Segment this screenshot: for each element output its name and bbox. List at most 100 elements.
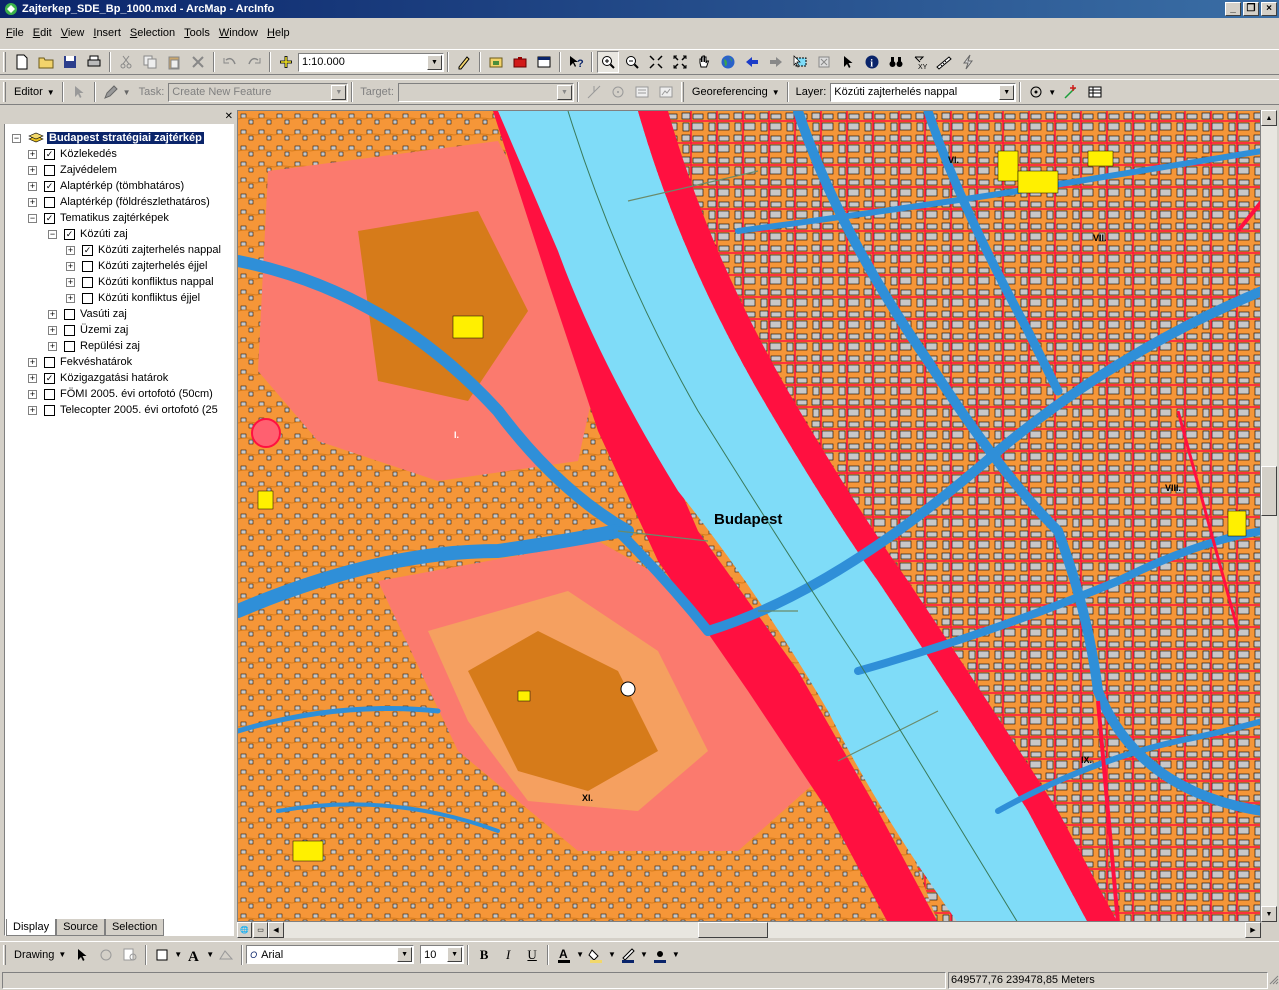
tab-selection[interactable]: Selection xyxy=(104,919,165,936)
toc-layer-row[interactable]: + ✓ Közlekedés xyxy=(28,146,117,162)
expand-icon[interactable]: + xyxy=(28,165,37,175)
layer-visibility-checkbox[interactable]: ✓ xyxy=(64,228,75,240)
toc-layer-label[interactable]: Zajvédelem xyxy=(60,164,117,176)
georeferencing-menu-button[interactable]: Georeferencing ▼ xyxy=(688,86,784,98)
horizontal-scroll-thumb[interactable] xyxy=(698,922,768,938)
copy-icon[interactable] xyxy=(139,51,161,73)
underline-icon[interactable]: U xyxy=(521,944,543,966)
split-tool-icon[interactable] xyxy=(583,81,605,103)
toc-layer-row[interactable]: + Vasúti zaj xyxy=(48,306,127,322)
map-display[interactable]: Budapest I. VI. VII. VIII. IX. XI. xyxy=(237,110,1261,922)
layer-visibility-checkbox[interactable] xyxy=(82,276,93,288)
map-vertical-scrollbar[interactable]: ▲ ▼ xyxy=(1261,110,1277,922)
toc-layer-label[interactable]: Közúti zaj xyxy=(80,228,128,240)
expand-icon[interactable]: + xyxy=(28,405,37,415)
toc-layer-row[interactable]: + Alaptérkép (földrészlethatáros) xyxy=(28,194,210,210)
add-control-points-icon[interactable] xyxy=(1060,81,1082,103)
menu-insert[interactable]: Insert xyxy=(93,27,121,39)
menu-help[interactable]: Help xyxy=(267,27,290,39)
chevron-down-icon[interactable]: ▼ xyxy=(397,947,413,962)
scroll-left-icon[interactable]: ◀ xyxy=(268,922,284,938)
scroll-down-icon[interactable]: ▼ xyxy=(1261,906,1277,922)
fixed-zoom-out-icon[interactable] xyxy=(669,51,691,73)
toc-layer-row[interactable]: − ✓ Közúti zaj xyxy=(48,226,128,242)
toolbar-grip[interactable] xyxy=(3,52,6,72)
rectangle-icon[interactable] xyxy=(151,944,173,966)
line-color-icon[interactable] xyxy=(617,944,639,966)
back-extent-icon[interactable] xyxy=(741,51,763,73)
expand-icon[interactable]: + xyxy=(66,293,75,303)
font-family-combo[interactable]: O Arial ▼ xyxy=(246,945,415,964)
layer-visibility-checkbox[interactable]: ✓ xyxy=(44,148,55,160)
edit-tool-arrow-icon[interactable] xyxy=(68,81,90,103)
full-extent-globe-icon[interactable] xyxy=(717,51,739,73)
toc-layer-label[interactable]: Alaptérkép (földrészlethatáros) xyxy=(60,196,210,208)
layer-visibility-checkbox[interactable] xyxy=(82,292,93,304)
layer-visibility-checkbox[interactable] xyxy=(64,308,75,320)
toc-layer-label[interactable]: Közúti zajterhelés nappal xyxy=(98,244,221,256)
drawing-menu-button[interactable]: Drawing ▼ xyxy=(10,949,70,961)
scroll-right-icon[interactable]: ▶ xyxy=(1245,922,1261,938)
toc-layer-row[interactable]: + ✓ Alaptérkép (tömbhatáros) xyxy=(28,178,184,194)
chevron-down-icon[interactable]: ▼ xyxy=(174,950,182,959)
menu-edit[interactable]: Edit xyxy=(33,27,52,39)
expand-icon[interactable]: + xyxy=(28,357,37,367)
layer-visibility-checkbox[interactable]: ✓ xyxy=(44,212,55,224)
arctoolbox-icon[interactable] xyxy=(509,51,531,73)
toc-layer-row[interactable]: + ✓ Közigazgatási határok xyxy=(28,370,168,386)
toc-layer-label[interactable]: Közúti zajterhelés éjjel xyxy=(98,260,207,272)
command-line-icon[interactable] xyxy=(533,51,555,73)
forward-extent-icon[interactable] xyxy=(765,51,787,73)
chevron-down-icon[interactable]: ▼ xyxy=(206,950,214,959)
sketch-properties-icon[interactable] xyxy=(655,81,677,103)
delete-icon[interactable] xyxy=(187,51,209,73)
layer-visibility-checkbox[interactable] xyxy=(44,356,55,368)
marker-color-icon[interactable] xyxy=(649,944,671,966)
vertical-scroll-thumb[interactable] xyxy=(1261,466,1277,516)
toolbar-grip[interactable] xyxy=(3,944,6,965)
toc-layer-row[interactable]: + ✓ Közúti zajterhelés nappal xyxy=(66,242,221,258)
minimize-button[interactable]: _ xyxy=(1225,2,1241,16)
toc-layer-label[interactable]: Közlekedés xyxy=(60,148,117,160)
restore-button[interactable]: ❐ xyxy=(1243,2,1259,16)
toc-layer-row[interactable]: + Üzemi zaj xyxy=(48,322,128,338)
layer-visibility-checkbox[interactable] xyxy=(44,196,55,208)
layer-visibility-checkbox[interactable] xyxy=(64,324,75,336)
redo-icon[interactable] xyxy=(243,51,265,73)
toc-layer-row[interactable]: + Telecopter 2005. évi ortofotó (25 xyxy=(28,402,218,418)
chevron-down-icon[interactable]: ▼ xyxy=(427,54,442,70)
layer-visibility-checkbox[interactable] xyxy=(64,340,75,352)
close-button[interactable]: × xyxy=(1261,2,1277,16)
expand-icon[interactable]: + xyxy=(28,389,37,399)
font-color-icon[interactable]: A xyxy=(553,944,575,966)
toc-layer-label[interactable]: FÖMI 2005. évi ortofotó (50cm) xyxy=(60,388,213,400)
menu-file[interactable]: File xyxy=(6,27,24,39)
expand-icon[interactable]: + xyxy=(28,197,37,207)
select-features-icon[interactable] xyxy=(789,51,811,73)
zoom-in-icon[interactable] xyxy=(597,51,619,73)
target-combo[interactable]: ▼ xyxy=(397,82,574,102)
find-binoculars-icon[interactable] xyxy=(885,51,907,73)
save-icon[interactable] xyxy=(59,51,81,73)
zoom-whole-page-icon[interactable] xyxy=(119,944,141,966)
new-text-icon[interactable]: A xyxy=(183,944,205,966)
chevron-down-icon[interactable]: ▼ xyxy=(447,947,463,962)
collapse-icon[interactable]: − xyxy=(12,133,21,143)
data-view-globe-icon[interactable]: 🌐 xyxy=(237,922,252,938)
scroll-up-icon[interactable]: ▲ xyxy=(1261,110,1277,126)
toc-layer-label[interactable]: Alaptérkép (tömbhatáros) xyxy=(60,180,184,192)
chevron-down-icon[interactable]: ▼ xyxy=(123,88,131,97)
resize-grip-icon[interactable] xyxy=(1269,975,1279,985)
rotate-tool-icon[interactable] xyxy=(607,81,629,103)
toc-layer-label[interactable]: Közúti konfliktus nappal xyxy=(98,276,214,288)
layer-visibility-checkbox[interactable] xyxy=(82,260,93,272)
layer-visibility-checkbox[interactable]: ✓ xyxy=(44,372,55,384)
toc-layer-row[interactable]: + Közúti konfliktus nappal xyxy=(66,274,214,290)
print-icon[interactable] xyxy=(83,51,105,73)
task-combo[interactable]: Create New Feature ▼ xyxy=(168,82,349,102)
toc-layer-label[interactable]: Repülési zaj xyxy=(80,340,140,352)
layer-visibility-checkbox[interactable] xyxy=(44,404,55,416)
toolbar-grip[interactable] xyxy=(3,82,6,102)
open-folder-icon[interactable] xyxy=(35,51,57,73)
toc-root-label[interactable]: Budapest stratégiai zajtérkép xyxy=(47,132,204,144)
